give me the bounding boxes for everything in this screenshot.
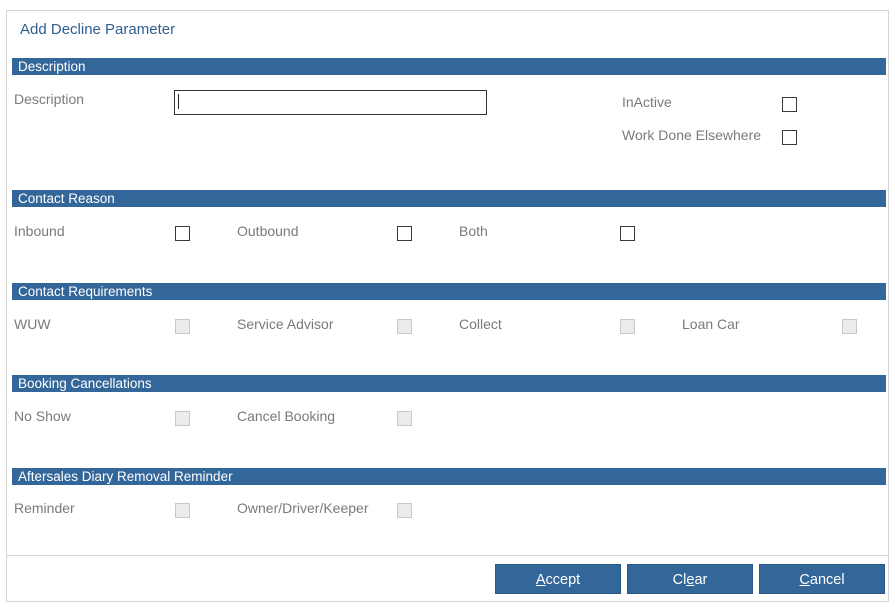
- cancel-booking-checkbox: [397, 411, 412, 426]
- reminder-label: Reminder: [14, 500, 75, 516]
- reminder-checkbox: [175, 503, 190, 518]
- service-advisor-label: Service Advisor: [237, 316, 334, 332]
- collect-label: Collect: [459, 316, 502, 332]
- no-show-checkbox: [175, 411, 190, 426]
- wuw-checkbox: [175, 319, 190, 334]
- inactive-label: InActive: [622, 94, 672, 110]
- inbound-label: Inbound: [14, 223, 65, 239]
- wuw-label: WUW: [14, 316, 51, 332]
- dialog-title: Add Decline Parameter: [20, 21, 176, 38]
- cancel-booking-label: Cancel Booking: [237, 408, 336, 424]
- section-header-booking-cancellations: Booking Cancellations: [12, 375, 886, 392]
- footer-divider: [7, 555, 889, 556]
- collect-checkbox: [620, 319, 635, 334]
- outbound-checkbox[interactable]: [397, 226, 412, 241]
- no-show-label: No Show: [14, 408, 71, 424]
- both-label: Both: [459, 223, 488, 239]
- outbound-label: Outbound: [237, 223, 299, 239]
- section-header-aftersales-reminder: Aftersales Diary Removal Reminder: [12, 468, 886, 485]
- description-input[interactable]: [174, 90, 487, 115]
- work-done-elsewhere-label: Work Done Elsewhere: [622, 127, 762, 143]
- loan-car-label: Loan Car: [682, 316, 740, 332]
- both-checkbox[interactable]: [620, 226, 635, 241]
- text-cursor: [178, 94, 179, 109]
- section-header-description: Description: [12, 58, 886, 75]
- section-header-contact-reason: Contact Reason: [12, 190, 886, 207]
- accept-button[interactable]: Accept: [495, 564, 621, 594]
- inbound-checkbox[interactable]: [175, 226, 190, 241]
- inactive-checkbox[interactable]: [782, 97, 797, 112]
- owner-driver-keeper-label: Owner/Driver/Keeper: [237, 500, 369, 516]
- loan-car-checkbox: [842, 319, 857, 334]
- owner-driver-keeper-checkbox: [397, 503, 412, 518]
- section-header-contact-requirements: Contact Requirements: [12, 283, 886, 300]
- service-advisor-checkbox: [397, 319, 412, 334]
- description-label: Description: [14, 91, 85, 107]
- cancel-button[interactable]: Cancel: [759, 564, 885, 594]
- work-done-elsewhere-checkbox[interactable]: [782, 130, 797, 145]
- clear-button[interactable]: Clear: [627, 564, 753, 594]
